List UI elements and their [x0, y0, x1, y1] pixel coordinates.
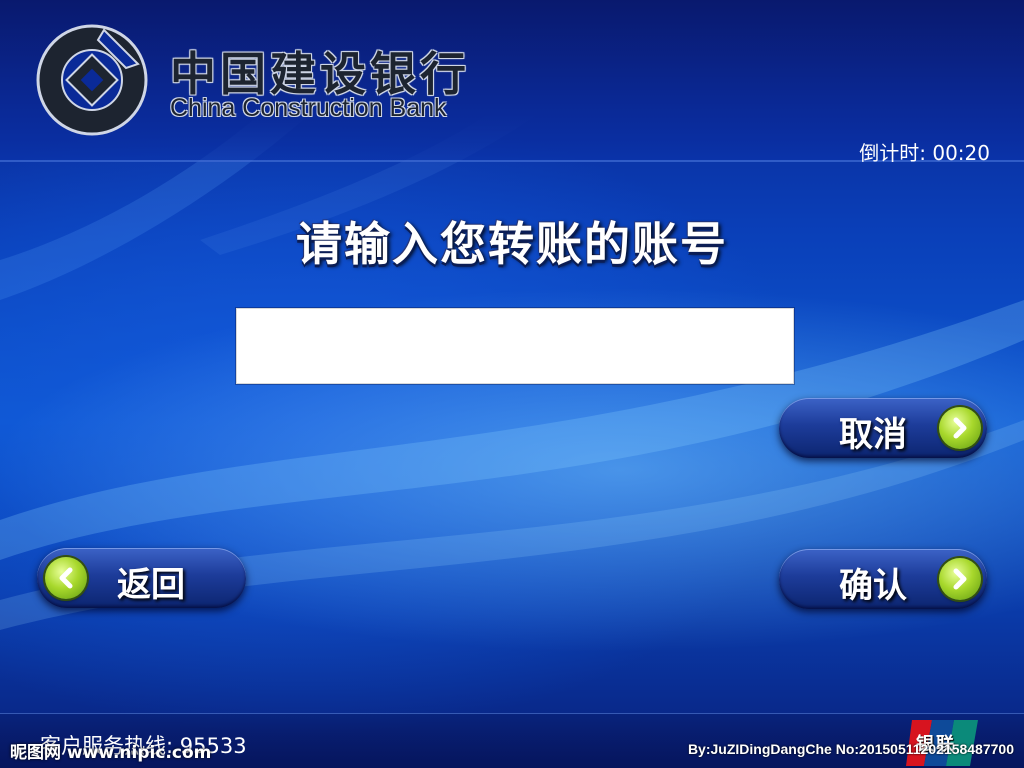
- confirm-button[interactable]: 确认: [779, 549, 987, 609]
- chevron-right-icon: [939, 558, 981, 600]
- chevron-right-icon: [939, 407, 981, 449]
- chevron-left-icon: [45, 557, 87, 599]
- ccb-logo-icon: [36, 24, 148, 136]
- countdown-timer: 倒计时: 00:20: [859, 141, 990, 165]
- back-button[interactable]: 返回: [37, 548, 246, 608]
- account-number-input[interactable]: [236, 308, 794, 384]
- cancel-button[interactable]: 取消: [779, 398, 987, 458]
- back-button-label: 返回: [117, 565, 185, 605]
- watermark-left: 昵图网 www.nipic.com: [10, 743, 212, 763]
- bank-name-en: China Construction Bank: [170, 94, 447, 122]
- cancel-button-label: 取消: [839, 415, 907, 455]
- page-title: 请输入您转账的账号: [296, 217, 728, 271]
- footer-divider: [0, 713, 1024, 714]
- watermark-right: By:JuZIDingDangChe No:201505112021584877…: [687, 741, 1014, 757]
- confirm-button-label: 确认: [839, 566, 907, 606]
